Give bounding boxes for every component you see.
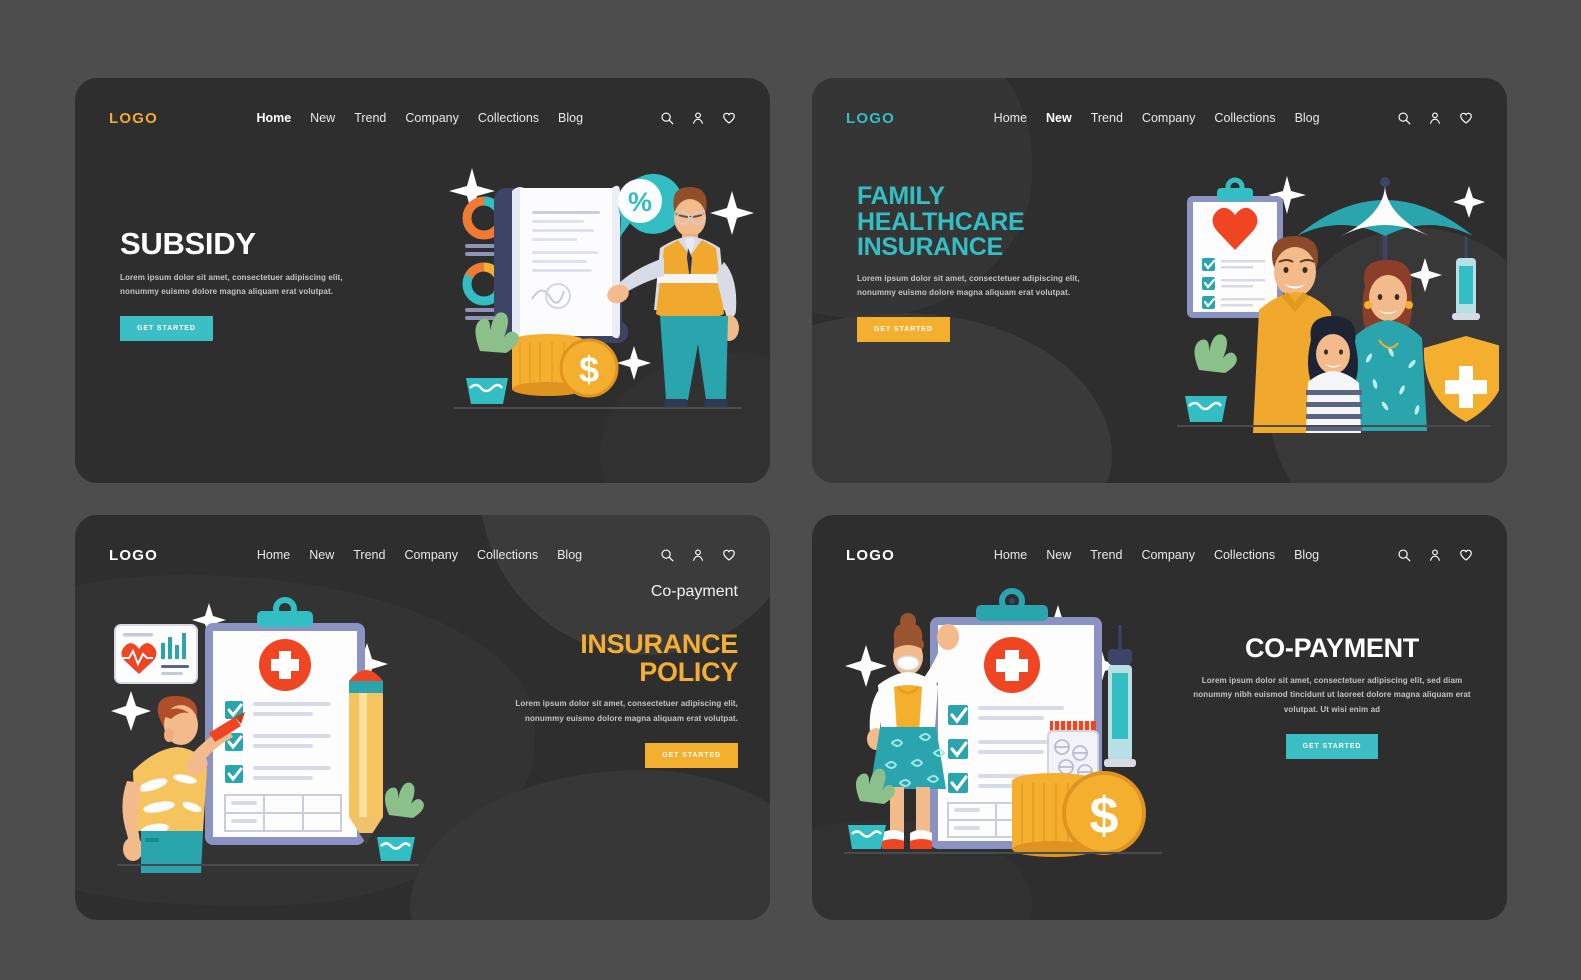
nav-links: Home New Trend Company Collections Blog — [197, 548, 582, 562]
user-icon[interactable] — [691, 548, 705, 562]
nav-item-trend[interactable]: Trend — [1090, 548, 1122, 562]
nav-item-trend[interactable]: Trend — [354, 111, 386, 125]
nav-item-blog[interactable]: Blog — [1295, 111, 1320, 125]
hero-text-co-payment: CO-PAYMENT Lorem ipsum dolor sit amet, c… — [1187, 633, 1477, 759]
search-icon[interactable] — [1397, 111, 1411, 125]
search-icon[interactable] — [1397, 548, 1411, 562]
page-title: FAMILY HEALTHCARE INSURANCE — [857, 182, 1025, 261]
nav-item-collections[interactable]: Collections — [477, 548, 538, 562]
nav-icons — [1397, 548, 1473, 562]
nav-item-home[interactable]: Home — [994, 548, 1027, 562]
get-started-button[interactable]: GET STARTED — [857, 317, 950, 343]
hero-body: Lorem ipsum dolor sit amet, consectetuer… — [857, 273, 1080, 298]
nav-links: Home New Trend Company Collections Blog — [196, 111, 583, 125]
nav-item-new[interactable]: New — [1046, 548, 1071, 562]
nav-item-new[interactable]: New — [310, 111, 335, 125]
navbar-subsidy: LOGO Home New Trend Company Collections … — [75, 78, 770, 158]
user-icon[interactable] — [691, 111, 705, 125]
nav-item-blog[interactable]: Blog — [558, 111, 583, 125]
panel-subsidy: LOGO Home New Trend Company Collections … — [75, 78, 770, 483]
illustration-family — [1169, 158, 1507, 438]
hero-text-family: FAMILY HEALTHCARE INSURANCE Lorem ipsum … — [857, 182, 1107, 343]
nav-item-company[interactable]: Company — [405, 111, 459, 125]
panel-co-payment: LOGO Home New Trend Company Collections … — [812, 515, 1507, 920]
panel-insurance-policy: LOGO Home New Trend Company Collections … — [75, 515, 770, 920]
get-started-button[interactable]: GET STARTED — [645, 742, 738, 768]
search-icon[interactable] — [660, 111, 674, 125]
user-icon[interactable] — [1428, 111, 1442, 125]
logo[interactable]: LOGO — [846, 547, 895, 564]
nav-item-collections[interactable]: Collections — [478, 111, 539, 125]
nav-item-company[interactable]: Company — [404, 548, 458, 562]
nav-item-trend[interactable]: Trend — [353, 548, 385, 562]
nav-item-new[interactable]: New — [309, 548, 334, 562]
nav-item-trend[interactable]: Trend — [1091, 111, 1123, 125]
svg-text:$: $ — [579, 349, 599, 390]
search-icon[interactable] — [660, 548, 674, 562]
panel-family-healthcare: LOGO Home New Trend Company Collections … — [812, 78, 1507, 483]
hero-text-subsidy: SUBSIDY Lorem ipsum dolor sit amet, cons… — [120, 226, 370, 342]
illustration-co-payment: $ — [842, 587, 1172, 882]
page-title: SUBSIDY — [120, 226, 256, 261]
svg-text:%: % — [628, 187, 652, 217]
illustration-subsidy: % $ — [442, 156, 762, 431]
nav-item-collections[interactable]: Collections — [1214, 111, 1275, 125]
logo[interactable]: LOGO — [109, 547, 158, 564]
hero-text-insurance-policy: Co-payment INSURANCE POLICY Lorem ipsum … — [478, 583, 738, 768]
get-started-button[interactable]: GET STARTED — [1285, 733, 1379, 759]
nav-links: Home New Trend Company Collections Blog — [934, 111, 1320, 125]
get-started-button[interactable]: GET STARTED — [120, 316, 213, 342]
heart-icon[interactable] — [1459, 111, 1473, 125]
navbar-co-payment: LOGO Home New Trend Company Collections … — [812, 515, 1507, 595]
background-blob — [410, 770, 770, 920]
hero-body: Lorem ipsum dolor sit amet, consectetuer… — [120, 272, 343, 297]
navbar-insurance-policy: LOGO Home New Trend Company Collections … — [75, 515, 770, 595]
hero-body: Lorem ipsum dolor sit amet, consectetuer… — [1193, 675, 1471, 715]
logo[interactable]: LOGO — [846, 110, 895, 127]
nav-item-blog[interactable]: Blog — [1294, 548, 1319, 562]
heart-icon[interactable] — [1459, 548, 1473, 562]
illustration-insurance-policy — [97, 593, 427, 878]
nav-item-home[interactable]: Home — [256, 111, 291, 125]
nav-item-home[interactable]: Home — [994, 111, 1027, 125]
nav-links: Home New Trend Company Collections Blog — [934, 548, 1319, 562]
landing-page-set: LOGO Home New Trend Company Collections … — [0, 0, 1581, 980]
nav-item-new[interactable]: New — [1046, 111, 1072, 125]
nav-item-blog[interactable]: Blog — [557, 548, 582, 562]
nav-icons — [1397, 111, 1473, 125]
nav-item-company[interactable]: Company — [1142, 111, 1196, 125]
page-title: CO-PAYMENT — [1244, 633, 1420, 663]
hero-body: Lorem ipsum dolor sit amet, consectetuer… — [515, 699, 738, 723]
nav-item-home[interactable]: Home — [257, 548, 290, 562]
logo[interactable]: LOGO — [109, 110, 158, 127]
heart-icon[interactable] — [722, 548, 736, 562]
nav-icons — [660, 548, 736, 562]
heart-icon[interactable] — [722, 111, 736, 125]
user-icon[interactable] — [1428, 548, 1442, 562]
nav-item-collections[interactable]: Collections — [1214, 548, 1275, 562]
nav-icons — [660, 111, 736, 125]
page-title: INSURANCE POLICY — [580, 629, 738, 687]
svg-text:$: $ — [1090, 787, 1119, 845]
navbar-family: LOGO Home New Trend Company Collections … — [812, 78, 1507, 158]
nav-item-company[interactable]: Company — [1141, 548, 1195, 562]
